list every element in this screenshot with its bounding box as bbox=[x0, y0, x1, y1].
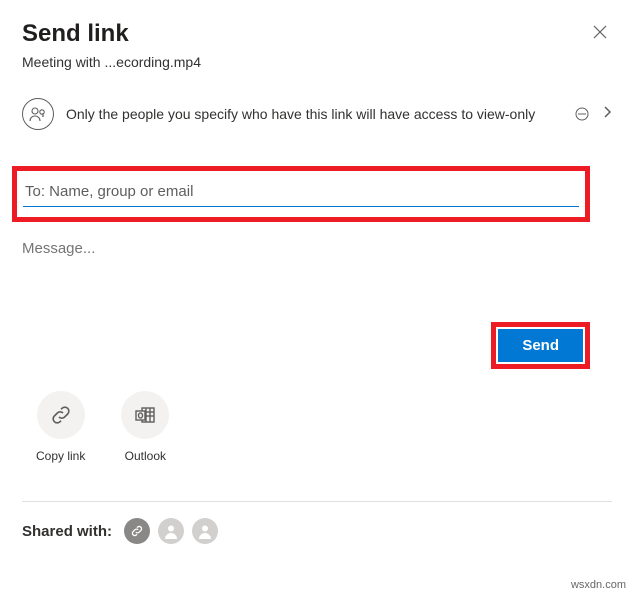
shared-with-row: Shared with: bbox=[22, 518, 612, 544]
close-button[interactable] bbox=[588, 20, 612, 44]
watermark: wsxdn.com bbox=[571, 579, 626, 591]
divider bbox=[22, 501, 612, 502]
send-row: Send bbox=[22, 322, 612, 369]
outlook-icon bbox=[121, 391, 169, 439]
block-download-icon bbox=[574, 106, 590, 122]
copy-link-label: Copy link bbox=[36, 449, 85, 463]
filename-label: Meeting with ...ecording.mp4 bbox=[22, 54, 201, 70]
dialog-title: Send link bbox=[22, 20, 201, 48]
shared-link-avatar[interactable] bbox=[124, 518, 150, 544]
message-input[interactable] bbox=[22, 240, 612, 257]
outlook-label: Outlook bbox=[125, 449, 166, 463]
copy-link-icon bbox=[37, 391, 85, 439]
shared-person-avatar[interactable] bbox=[192, 518, 218, 544]
shared-with-label: Shared with: bbox=[22, 523, 112, 540]
shared-person-avatar[interactable] bbox=[158, 518, 184, 544]
secondary-actions: Copy link Outlook bbox=[36, 391, 612, 463]
send-button[interactable]: Send bbox=[498, 329, 583, 362]
send-link-dialog: Send link Meeting with ...ecording.mp4 O… bbox=[0, 0, 634, 564]
to-field-highlight bbox=[12, 166, 590, 222]
people-specific-icon bbox=[22, 98, 54, 130]
permission-row[interactable]: Only the people you specify who have thi… bbox=[22, 98, 612, 130]
dialog-header: Send link Meeting with ...ecording.mp4 bbox=[22, 20, 612, 70]
permission-text: Only the people you specify who have thi… bbox=[66, 106, 558, 122]
send-button-highlight: Send bbox=[491, 322, 590, 369]
copy-link-button[interactable]: Copy link bbox=[36, 391, 85, 463]
outlook-button[interactable]: Outlook bbox=[121, 391, 169, 463]
title-block: Send link Meeting with ...ecording.mp4 bbox=[22, 20, 201, 70]
close-icon bbox=[592, 24, 608, 40]
to-input[interactable] bbox=[23, 181, 579, 207]
chevron-right-icon bbox=[602, 105, 612, 124]
